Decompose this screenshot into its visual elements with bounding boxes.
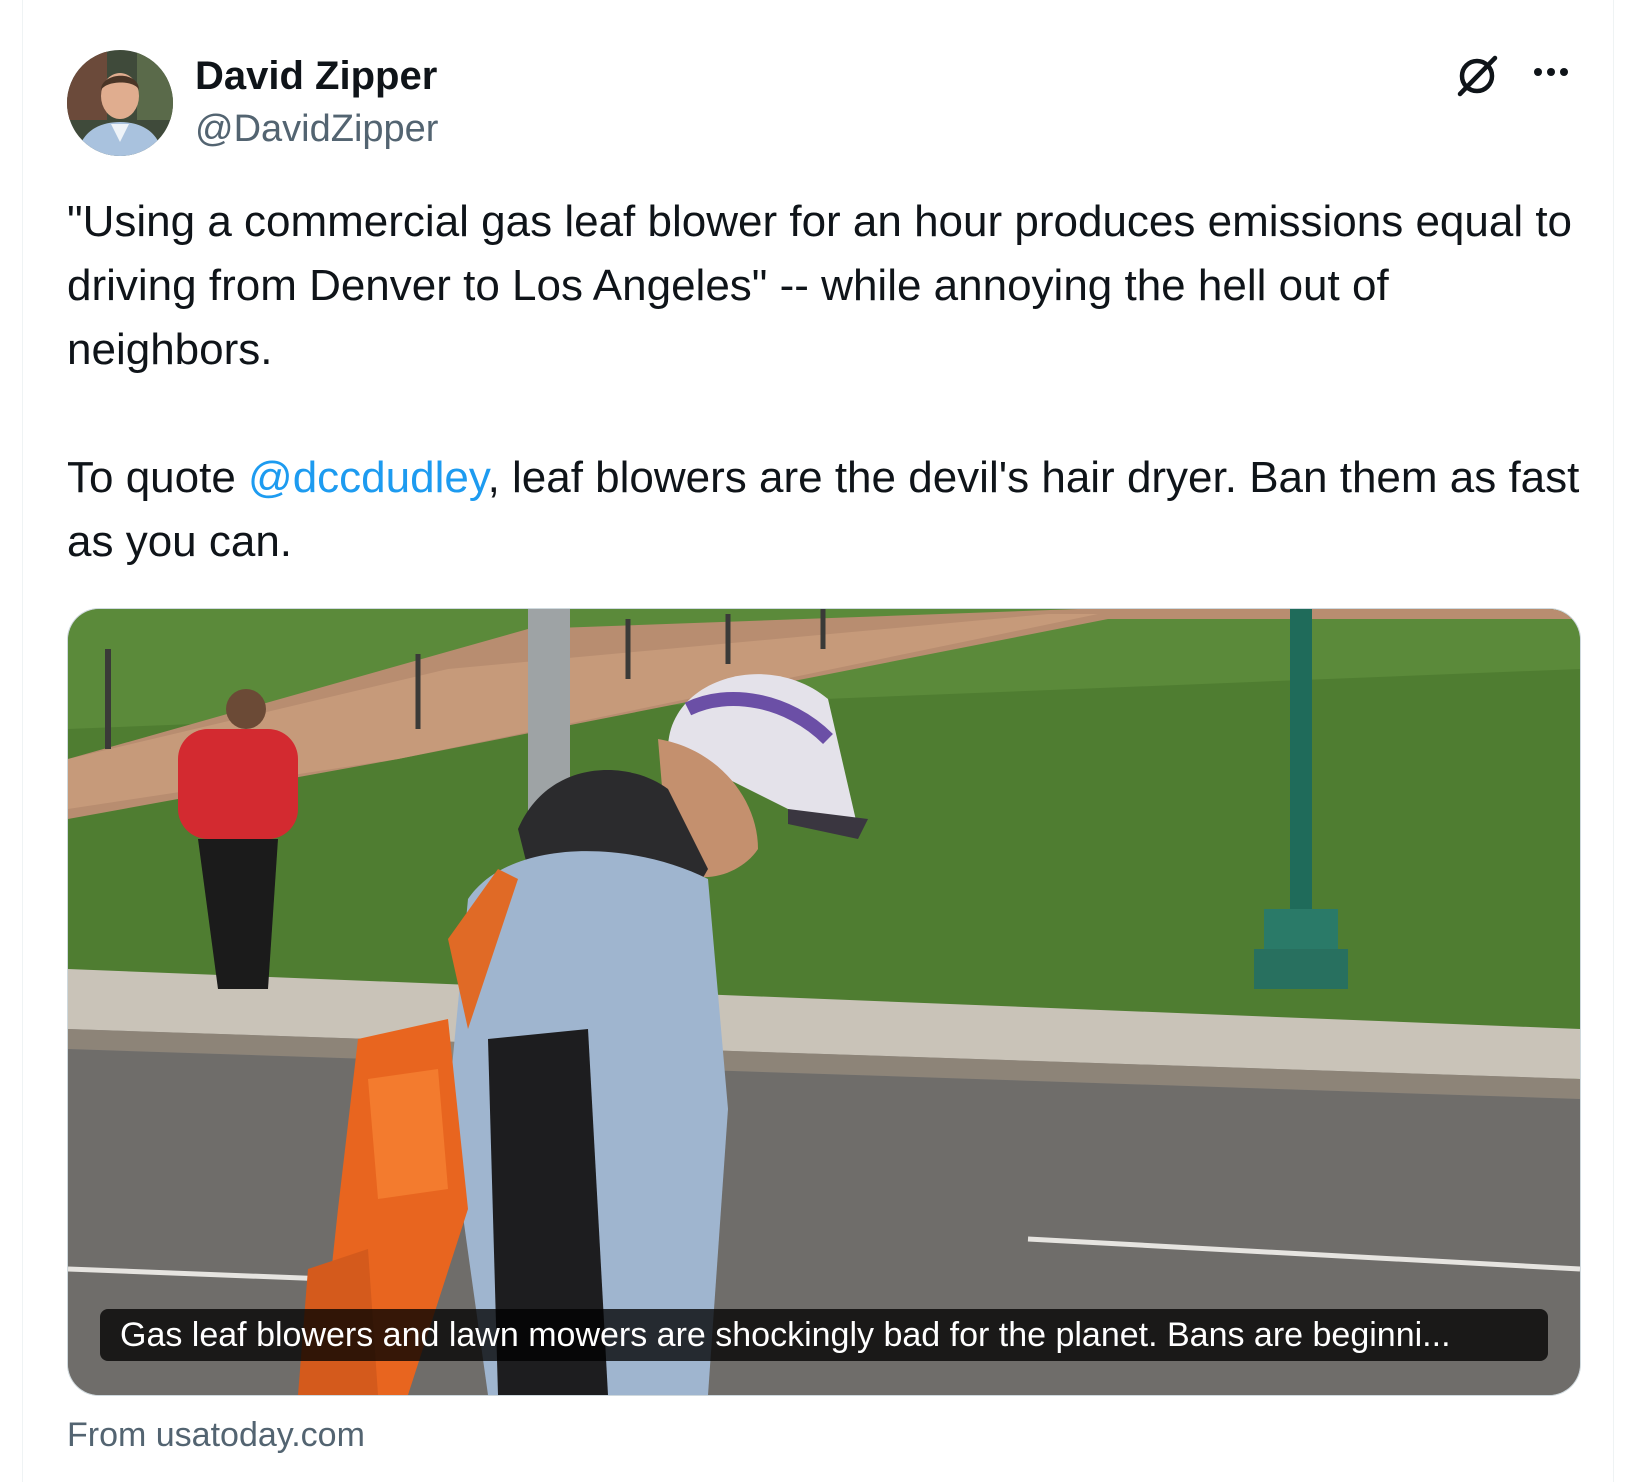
author-handle[interactable]: @DavidZipper	[195, 104, 438, 154]
avatar-photo	[67, 50, 173, 156]
tweet-paragraph-2: To quote @dccdudley, leaf blowers are th…	[67, 446, 1597, 574]
card-photo	[68, 609, 1580, 1395]
paragraph-2-lead: To quote	[67, 453, 249, 502]
more-options-icon	[1534, 68, 1568, 76]
tweet-article[interactable]: David Zipper @DavidZipper "Using a comme…	[22, 0, 1614, 1482]
author-avatar[interactable]	[67, 50, 173, 156]
tweet-paragraph-1: "Using a commercial gas leaf blower for …	[67, 197, 1573, 374]
link-card[interactable]: Gas leaf blowers and lawn mowers are sho…	[67, 608, 1581, 1396]
tweet-text: "Using a commercial gas leaf blower for …	[67, 190, 1597, 574]
grok-button[interactable]	[1451, 50, 1503, 102]
author-name[interactable]: David Zipper	[195, 50, 437, 102]
more-options-button[interactable]	[1525, 50, 1577, 102]
mention-link[interactable]: @dccdudley	[248, 453, 488, 502]
card-caption: Gas leaf blowers and lawn mowers are sho…	[100, 1309, 1548, 1361]
grok-icon	[1457, 55, 1498, 97]
card-source-link[interactable]: From usatoday.com	[67, 1412, 365, 1458]
